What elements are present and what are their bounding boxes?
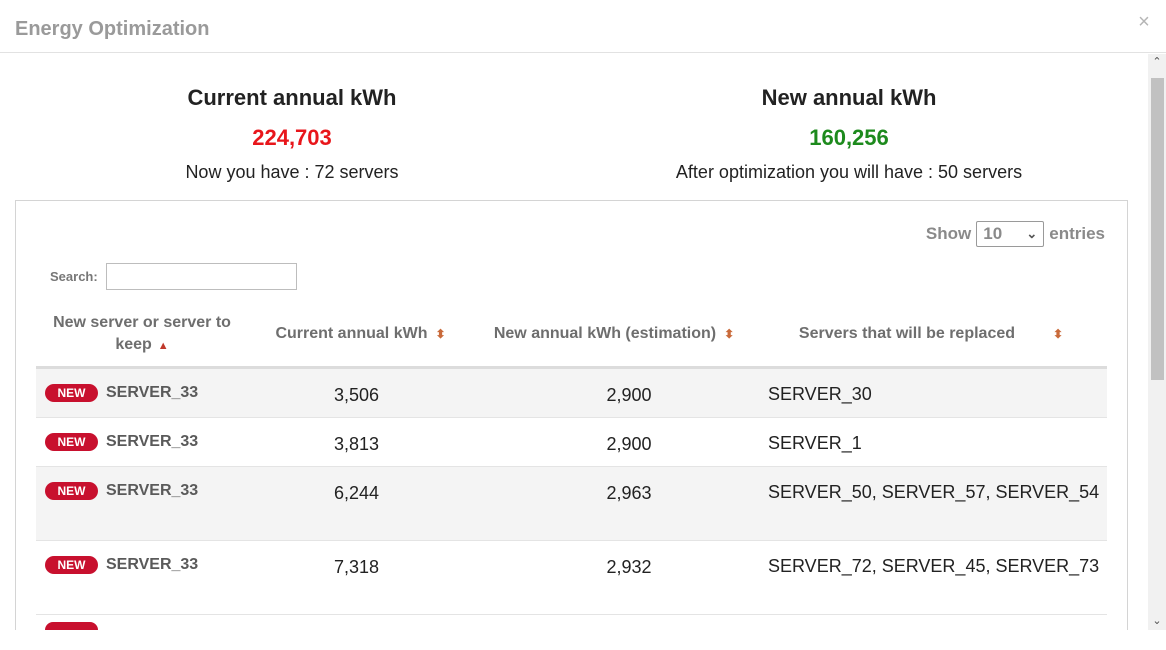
new-kwh-title: New annual kWh — [761, 85, 937, 110]
column-header-new-kwh[interactable]: New annual kWh (estimation) ⬍ — [473, 303, 755, 367]
sort-both-icon: ⬍ — [1053, 327, 1064, 342]
new-kwh-cell: 2,963 — [606, 482, 652, 503]
replaced-servers-cell: SERVER_50, SERVER_57, SERVER_54 — [768, 481, 1100, 502]
server-name: SERVER_33 — [106, 432, 199, 450]
energy-optimization-modal: Energy Optimization × Current annual kWh… — [0, 0, 1166, 630]
chevron-down-icon: ⌄ — [1026, 226, 1038, 241]
sort-asc-icon: ▲ — [157, 339, 169, 352]
modal-title: Energy Optimization — [15, 18, 210, 40]
new-servers-note: After optimization you will have : 50 se… — [675, 162, 1023, 182]
new-badge-partial — [45, 622, 98, 630]
entries-label: entries — [1049, 224, 1105, 243]
search-input[interactable] — [105, 263, 297, 290]
new-badge: NEW — [45, 383, 98, 402]
new-badge: NEW — [45, 555, 98, 574]
server-name: SERVER_33 — [106, 383, 199, 401]
current-kwh-cell: 7,318 — [333, 556, 380, 577]
table-header-row: New server or server to keep ▲ Current an… — [36, 303, 1107, 367]
replaced-servers-cell: SERVER_30 — [768, 383, 872, 404]
column-header-replaced[interactable]: Servers that will be replaced ⬍ — [755, 303, 1107, 367]
column-header-server[interactable]: New server or server to keep ▲ — [36, 303, 248, 367]
new-kwh-cell: 2,900 — [606, 384, 652, 405]
scroll-down-icon[interactable]: ⌄ — [1148, 613, 1166, 630]
new-kwh-cell: 2,900 — [606, 433, 652, 454]
modal-header: Energy Optimization × — [0, 0, 1166, 53]
entries-length-control: Show 10 ⌄ entries — [926, 221, 1105, 247]
current-summary: Current annual kWh 224,703 Now you have … — [12, 84, 572, 184]
new-summary: New annual kWh 160,256 After optimizatio… — [569, 84, 1129, 184]
new-badge: NEW — [45, 432, 98, 451]
table-row[interactable]: NEW SERVER_33 7,318 2,932 SERVER_72, SERV… — [36, 540, 1107, 614]
new-kwh-value: 160,256 — [809, 125, 889, 150]
sort-both-icon: ⬍ — [724, 327, 735, 342]
table-row[interactable]: NEW SERVER_33 6,244 2,963 SERVER_50, SERV… — [36, 466, 1107, 540]
current-kwh-value: 224,703 — [252, 125, 332, 150]
current-kwh-cell: 3,813 — [333, 433, 380, 454]
current-kwh-title: Current annual kWh — [187, 85, 397, 110]
current-servers-note: Now you have : 72 servers — [185, 162, 399, 182]
servers-table-panel: Show 10 ⌄ entries Search: New server or … — [15, 200, 1128, 630]
table-row[interactable]: NEW SERVER_33 3,813 2,900 SERVER_1 — [36, 417, 1107, 466]
new-kwh-cell: 2,932 — [606, 556, 652, 577]
server-name: SERVER_33 — [106, 555, 199, 573]
page-bottom — [0, 630, 1166, 650]
scroll-up-icon[interactable]: ⌃ — [1148, 54, 1166, 71]
search-label: Search: — [50, 269, 98, 284]
entries-select[interactable]: 10 ⌄ — [976, 221, 1045, 247]
close-icon[interactable]: × — [1136, 12, 1152, 32]
show-label: Show — [925, 224, 972, 243]
servers-table: New server or server to keep ▲ Current an… — [36, 303, 1107, 615]
table-row[interactable]: NEW SERVER_33 3,506 2,900 SERVER_30 — [36, 367, 1107, 417]
entries-value: 10 — [983, 224, 1003, 243]
replaced-servers-cell: SERVER_72, SERVER_45, SERVER_73 — [768, 555, 1100, 576]
new-badge: NEW — [45, 481, 98, 500]
server-name: SERVER_33 — [106, 481, 199, 499]
column-header-current-kwh[interactable]: Current annual kWh ⬍ — [248, 303, 473, 367]
search-control: Search: — [50, 263, 297, 290]
current-kwh-cell: 3,506 — [333, 384, 380, 405]
scrollbar-thumb[interactable] — [1151, 78, 1164, 380]
replaced-servers-cell: SERVER_1 — [768, 432, 862, 453]
sort-both-icon: ⬍ — [435, 327, 446, 342]
current-kwh-cell: 6,244 — [333, 482, 380, 503]
modal-body: Current annual kWh 224,703 Now you have … — [0, 54, 1148, 630]
modal-scrollbar[interactable]: ⌃ ⌄ — [1148, 54, 1166, 630]
